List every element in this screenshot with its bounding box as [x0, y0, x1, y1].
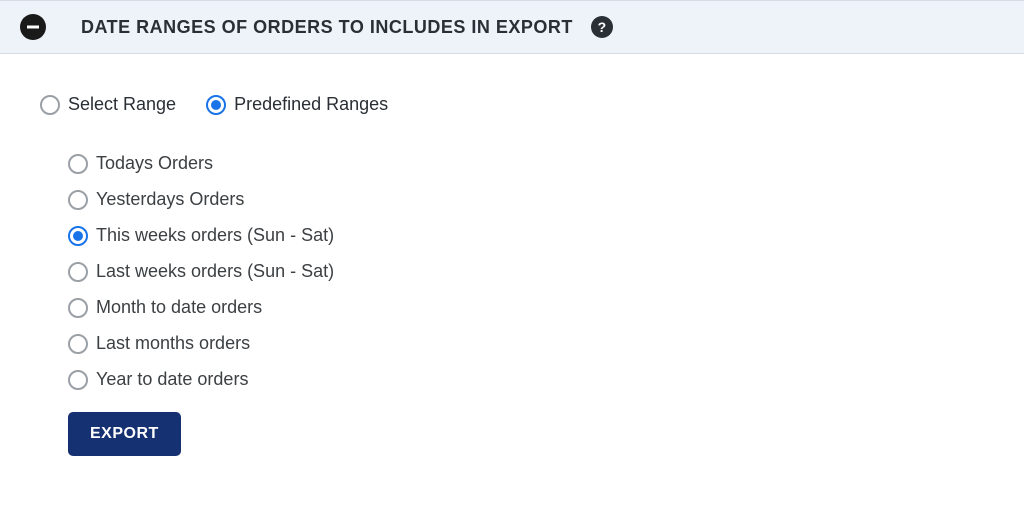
- radio-label: Last months orders: [96, 333, 250, 354]
- radio-circle: [68, 262, 88, 282]
- month-to-date-orders-radio[interactable]: Month to date orders: [68, 297, 984, 318]
- content-area: Select Range Predefined Ranges Todays Or…: [0, 54, 1024, 476]
- this-weeks-orders-radio[interactable]: This weeks orders (Sun - Sat): [68, 225, 984, 246]
- radio-circle: [68, 190, 88, 210]
- radio-label: Year to date orders: [96, 369, 248, 390]
- section-title: DATE RANGES OF ORDERS TO INCLUDES IN EXP…: [81, 17, 573, 38]
- radio-circle: [40, 95, 60, 115]
- radio-label: Select Range: [68, 94, 176, 115]
- radio-label: This weeks orders (Sun - Sat): [96, 225, 334, 246]
- collapse-icon[interactable]: [20, 14, 46, 40]
- radio-dot: [73, 231, 83, 241]
- radio-circle: [68, 334, 88, 354]
- predefined-options-group: Todays Orders Yesterdays Orders This wee…: [40, 153, 984, 390]
- help-icon[interactable]: ?: [591, 16, 613, 38]
- radio-dot: [211, 100, 221, 110]
- radio-circle: [68, 154, 88, 174]
- last-weeks-orders-radio[interactable]: Last weeks orders (Sun - Sat): [68, 261, 984, 282]
- radio-circle: [68, 370, 88, 390]
- radio-label: Yesterdays Orders: [96, 189, 244, 210]
- minus-icon: [26, 20, 40, 34]
- yesterdays-orders-radio[interactable]: Yesterdays Orders: [68, 189, 984, 210]
- last-months-orders-radio[interactable]: Last months orders: [68, 333, 984, 354]
- section-header: DATE RANGES OF ORDERS TO INCLUDES IN EXP…: [0, 0, 1024, 54]
- radio-circle: [68, 226, 88, 246]
- radio-circle: [68, 298, 88, 318]
- range-type-group: Select Range Predefined Ranges: [40, 94, 984, 115]
- radio-label: Last weeks orders (Sun - Sat): [96, 261, 334, 282]
- export-button[interactable]: EXPORT: [68, 412, 181, 456]
- radio-label: Todays Orders: [96, 153, 213, 174]
- year-to-date-orders-radio[interactable]: Year to date orders: [68, 369, 984, 390]
- radio-label: Month to date orders: [96, 297, 262, 318]
- select-range-radio[interactable]: Select Range: [40, 94, 176, 115]
- radio-label: Predefined Ranges: [234, 94, 388, 115]
- todays-orders-radio[interactable]: Todays Orders: [68, 153, 984, 174]
- radio-circle: [206, 95, 226, 115]
- predefined-ranges-radio[interactable]: Predefined Ranges: [206, 94, 388, 115]
